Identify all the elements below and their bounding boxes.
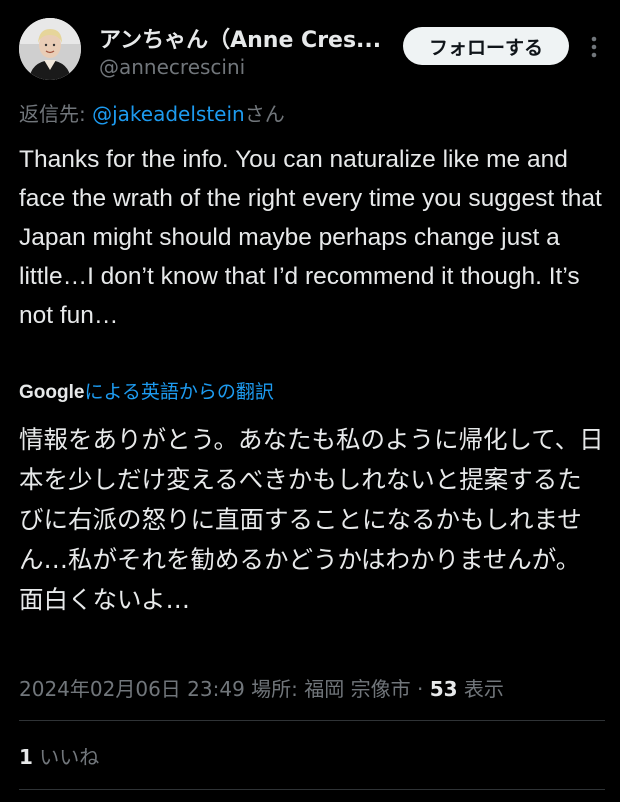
translated-text: 情報をありがとう。あなたも私のように帰化して、日本を少しだけ変えるべきかもしれな… [19,425,604,614]
author-handle[interactable]: @annecrescini [99,55,245,79]
meta-separator: · [410,677,430,701]
avatar-photo-icon [19,18,81,80]
tweet-meta: 2024年02月06日 23:49 場所: 福岡 宗像市 · 53 表示 [19,673,504,702]
views-count: 53 [429,677,458,701]
translation-label: Googleによる英語からの翻訳 [19,377,274,404]
divider [19,720,605,721]
divider-bottom [19,789,605,790]
timestamp[interactable]: 2024年02月06日 23:49 [19,677,245,701]
views-label: 表示 [457,677,504,701]
tweet-text: Thanks for the info. You can naturalize … [19,146,602,329]
likes-label: いいね [32,745,100,769]
more-options-button[interactable] [582,33,606,61]
follow-button[interactable]: フォローする [403,27,569,65]
reply-suffix: さん [244,102,285,126]
reply-prefix: 返信先: [19,102,93,126]
likes-count: 1 [19,745,33,769]
likes-stat[interactable]: 1 いいね [19,741,99,770]
avatar[interactable] [19,18,81,80]
google-logo: Google [19,382,85,403]
tweet-header: アンちゃん（Anne Cres... @annecrescini フォローする [0,0,620,100]
translation-source-link[interactable]: による英語からの翻訳 [84,381,273,403]
more-vertical-icon [591,36,597,58]
author-display-name[interactable]: アンちゃん（Anne Cres... [99,22,389,54]
location-label: 場所: [251,677,305,701]
reply-to-line: 返信先: @jakeadelsteinさん [19,98,285,127]
location: 福岡 宗像市 [304,677,411,701]
reply-mention-link[interactable]: @jakeadelstein [92,102,245,126]
